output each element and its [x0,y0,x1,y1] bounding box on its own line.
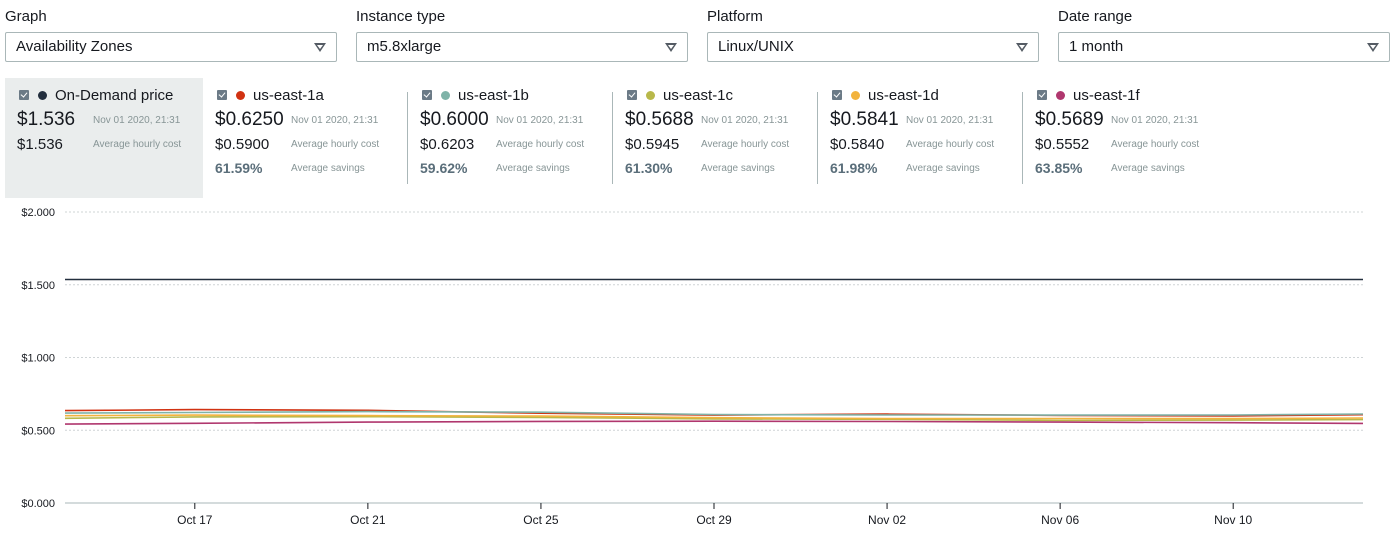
caret-down-icon [665,43,677,52]
series-color-dot-icon [1056,91,1065,100]
legend-current-price: $0.5841 [830,109,899,130]
legend-average-savings: 61.98% [830,160,878,176]
legend-average-cost: $0.5945 [625,136,680,153]
legend-series-name: us-east-1c [663,87,734,104]
date-range-select-value: 1 month [1069,38,1124,55]
y-tick-label: $0.000 [21,498,55,510]
legend-series-name: us-east-1a [253,87,324,104]
legend-series-name: On-Demand price [55,87,174,104]
legend-average-cost-label: Average hourly cost [701,139,790,150]
legend-current-price: $0.6250 [215,109,284,130]
checkbox-checked-icon[interactable] [1037,90,1047,100]
legend-average-cost-label: Average hourly cost [1111,139,1200,150]
legend-timestamp: Nov 01 2020, 21:31 [1111,115,1199,126]
price-history-chart[interactable]: $0.000 $0.500 $1.000 $1.500 $2.000 Oct 17 Oct … [0,198,1400,538]
y-tick-label: $1.500 [21,280,55,292]
legend-item-us-east-1c[interactable]: us-east-1c $0.5688 Nov 01 2020, 21:31 $0… [613,78,811,198]
legend-average-cost-label: Average hourly cost [906,139,995,150]
checkbox-checked-icon[interactable] [217,90,227,100]
platform-filter-label: Platform [707,8,763,25]
date-range-filter-label: Date range [1058,8,1133,25]
instance-type-filter-label: Instance type [356,8,446,25]
legend-average-cost: $1.536 [17,136,63,153]
legend-average-savings: 61.59% [215,160,263,176]
legend-current-price: $0.6000 [420,109,489,130]
x-tick-label: Nov 06 [1041,513,1079,527]
platform-filter: Platform Linux/UNIX [707,8,1039,62]
series-color-dot-icon [236,91,245,100]
x-tick-label: Oct 21 [350,513,386,527]
legend-current-price: $0.5688 [625,109,694,130]
legend-series-name: us-east-1f [1073,87,1140,104]
date-range-filter: Date range 1 month [1058,8,1390,62]
instance-type-filter: Instance type m5.8xlarge [356,8,688,62]
series-line-us-east-1f [64,420,1364,425]
legend-average-savings-label: Average savings [496,163,570,174]
legend-average-savings-label: Average savings [701,163,775,174]
legend-current-price: $0.5689 [1035,109,1104,130]
legend-average-cost-label: Average hourly cost [291,139,380,150]
legend-average-cost: $0.5552 [1035,136,1090,153]
platform-select-value: Linux/UNIX [718,38,794,55]
legend-average-savings-label: Average savings [291,163,365,174]
legend-item-us-east-1f[interactable]: us-east-1f $0.5689 Nov 01 2020, 21:31 $0… [1023,78,1221,198]
legend-item-on-demand[interactable]: On-Demand price $1.536 Nov 01 2020, 21:3… [5,78,203,198]
series-color-dot-icon [851,91,860,100]
x-tick-label: Nov 02 [868,513,906,527]
legend-series-name: us-east-1b [458,87,529,104]
graph-select[interactable]: Availability Zones [5,32,337,62]
caret-down-icon [1367,43,1379,52]
checkbox-checked-icon[interactable] [422,90,432,100]
legend-timestamp: Nov 01 2020, 21:31 [701,115,789,126]
checkbox-checked-icon[interactable] [19,90,29,100]
x-tick-label: Oct 25 [523,513,559,527]
platform-select[interactable]: Linux/UNIX [707,32,1039,62]
checkbox-checked-icon[interactable] [627,90,637,100]
series-legend: On-Demand price $1.536 Nov 01 2020, 21:3… [5,78,1395,198]
caret-down-icon [1016,43,1028,52]
instance-type-select-value: m5.8xlarge [367,38,442,55]
x-tick-label: Oct 17 [177,513,213,527]
graph-filter: Graph Availability Zones [5,8,337,62]
legend-average-savings-label: Average savings [1111,163,1185,174]
legend-series-name: us-east-1d [868,87,939,104]
checkbox-checked-icon[interactable] [832,90,842,100]
y-tick-label: $2.000 [21,207,55,219]
legend-average-cost: $0.6203 [420,136,475,153]
date-range-select[interactable]: 1 month [1058,32,1390,62]
instance-type-select[interactable]: m5.8xlarge [356,32,688,62]
graph-select-value: Availability Zones [16,38,133,55]
legend-average-cost: $0.5900 [215,136,270,153]
x-tick-label: Oct 29 [696,513,732,527]
legend-timestamp: Nov 01 2020, 21:31 [291,115,379,126]
legend-item-us-east-1d[interactable]: us-east-1d $0.5841 Nov 01 2020, 21:31 $0… [818,78,1016,198]
caret-down-icon [314,43,326,52]
legend-average-savings: 61.30% [625,160,673,176]
legend-average-savings-label: Average savings [906,163,980,174]
legend-timestamp: Nov 01 2020, 21:31 [906,115,994,126]
y-tick-label: $1.000 [21,353,55,365]
legend-average-savings: 59.62% [420,160,468,176]
legend-item-us-east-1b[interactable]: us-east-1b $0.6000 Nov 01 2020, 21:31 $0… [408,78,606,198]
legend-average-savings: 63.85% [1035,160,1083,176]
series-color-dot-icon [38,91,47,100]
legend-timestamp: Nov 01 2020, 21:31 [93,115,181,126]
legend-current-price: $1.536 [17,109,76,130]
series-color-dot-icon [646,91,655,100]
y-tick-label: $0.500 [21,425,55,437]
x-tick-label: Nov 10 [1214,513,1252,527]
graph-filter-label: Graph [5,8,47,25]
legend-average-cost: $0.5840 [830,136,885,153]
legend-average-cost-label: Average hourly cost [93,139,182,150]
legend-item-us-east-1a[interactable]: us-east-1a $0.6250 Nov 01 2020, 21:31 $0… [203,78,401,198]
legend-timestamp: Nov 01 2020, 21:31 [496,115,584,126]
series-color-dot-icon [441,91,450,100]
legend-average-cost-label: Average hourly cost [496,139,585,150]
